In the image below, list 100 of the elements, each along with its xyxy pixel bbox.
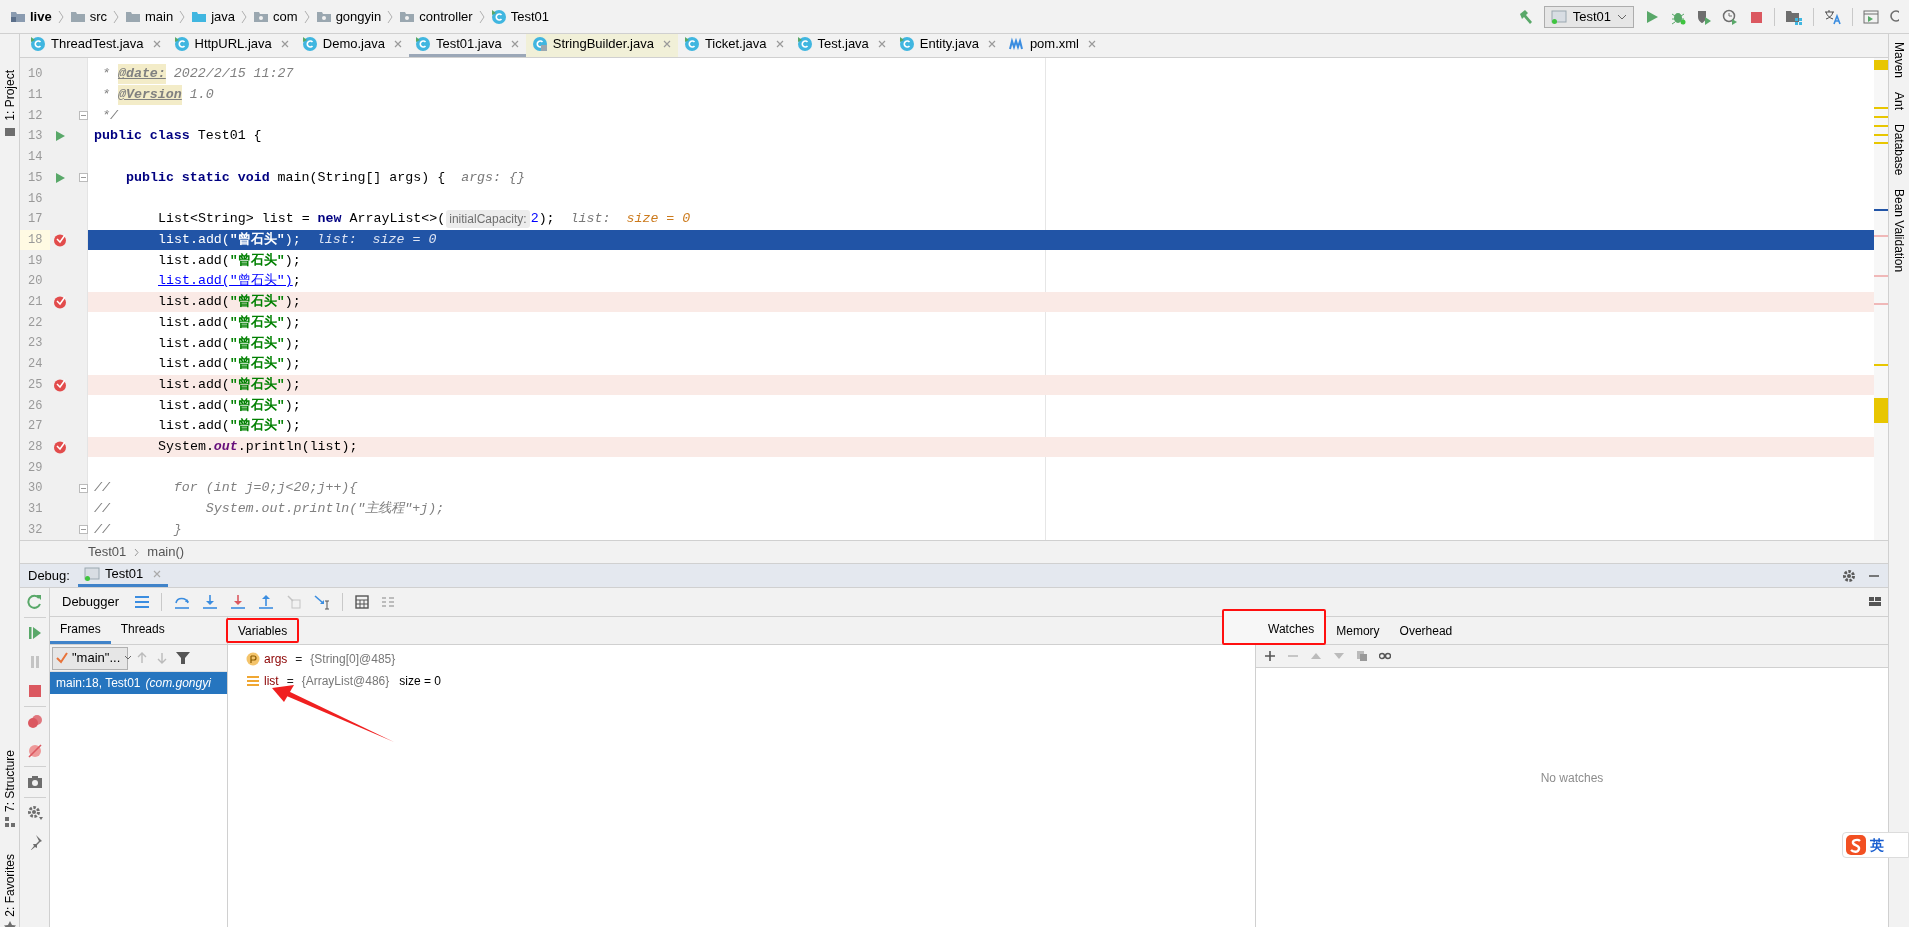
search-icon[interactable] xyxy=(1889,8,1899,25)
breakpoints-icon[interactable] xyxy=(26,714,43,730)
usage-marker[interactable] xyxy=(1874,107,1888,109)
tool-window-button[interactable]: Ant xyxy=(1890,92,1908,111)
copy-icon[interactable] xyxy=(1356,650,1368,662)
file-tab[interactable]: pom.xml xyxy=(1002,34,1103,57)
tool-window-button[interactable]: Maven xyxy=(1890,42,1908,79)
breakpoint-marker[interactable] xyxy=(1874,235,1888,237)
glasses-icon[interactable] xyxy=(1379,650,1391,662)
file-tab[interactable]: Ticket.java xyxy=(677,34,791,57)
breadcrumb-item[interactable]: controller xyxy=(397,6,475,27)
warning-marker[interactable] xyxy=(1874,398,1888,423)
breakpoint-icon[interactable] xyxy=(53,440,67,454)
variable-row[interactable]: args = {String[0]@485} xyxy=(246,648,1255,670)
usage-marker[interactable] xyxy=(1874,134,1888,136)
file-tab[interactable]: StringBuilder.java xyxy=(525,34,678,57)
step-into-icon[interactable] xyxy=(202,594,219,610)
breadcrumb-item[interactable]: main xyxy=(123,6,176,27)
layout-icon[interactable] xyxy=(1868,595,1882,609)
close-icon[interactable] xyxy=(279,39,290,49)
menu-icon[interactable] xyxy=(135,596,150,608)
run-icon[interactable] xyxy=(54,171,66,184)
file-tab[interactable]: Entity.java xyxy=(892,34,1003,57)
translate-icon[interactable] xyxy=(1824,8,1842,25)
warning-marker[interactable] xyxy=(1874,60,1888,70)
tool-window-button[interactable]: Bean Validation xyxy=(1890,189,1908,273)
breadcrumb-item[interactable]: com xyxy=(251,6,300,27)
breakpoint-icon[interactable] xyxy=(53,232,67,247)
mute-breakpoints-icon[interactable] xyxy=(26,743,43,759)
settings-icon[interactable] xyxy=(26,805,43,821)
force-step-into-icon[interactable] xyxy=(230,594,247,610)
breakpoint-marker[interactable] xyxy=(1874,275,1888,277)
resume-icon[interactable] xyxy=(26,625,43,641)
usage-marker[interactable] xyxy=(1874,364,1888,366)
calculator-icon[interactable] xyxy=(355,595,370,609)
breadcrumb-item[interactable]: Test01 xyxy=(88,542,127,562)
usage-marker[interactable] xyxy=(1874,125,1888,127)
breadcrumb-item[interactable]: Test01 xyxy=(488,6,551,27)
step-out-icon[interactable] xyxy=(258,594,275,610)
frame-row[interactable]: main:18, Test01 (com.gongyi xyxy=(50,672,227,694)
usage-marker[interactable] xyxy=(1874,142,1888,144)
drop-frame-icon[interactable] xyxy=(286,594,303,610)
file-tab[interactable]: ThreadTest.java xyxy=(24,34,168,57)
variable-row[interactable]: list = {ArrayList@486} size = 0 xyxy=(246,670,1255,692)
run-icon[interactable] xyxy=(1644,8,1660,25)
trace-icon[interactable] xyxy=(381,595,396,609)
fold-icon[interactable] xyxy=(78,483,88,493)
close-icon[interactable] xyxy=(392,39,403,49)
usage-marker[interactable] xyxy=(1874,116,1888,118)
tool-window-button[interactable]: 1: Project xyxy=(0,70,20,137)
breakpoint-marker[interactable] xyxy=(1874,303,1888,305)
breadcrumb-item[interactable]: src xyxy=(67,6,110,27)
close-icon[interactable] xyxy=(151,39,162,49)
close-icon[interactable] xyxy=(509,39,520,49)
camera-icon[interactable] xyxy=(26,774,43,790)
hammer-icon[interactable] xyxy=(1517,8,1534,25)
thread-dropdown[interactable]: "main"... xyxy=(52,646,128,670)
arrow-down-icon[interactable] xyxy=(156,652,168,664)
breakpoint-icon[interactable] xyxy=(53,377,67,392)
close-icon[interactable] xyxy=(774,39,785,49)
tool-window-button[interactable]: 2: Favorites xyxy=(0,854,20,927)
clock-run-icon[interactable] xyxy=(1722,8,1738,25)
tool-window-button[interactable]: 7: Structure xyxy=(0,750,20,829)
close-icon[interactable] xyxy=(876,39,887,49)
variables-tab[interactable]: Variables xyxy=(226,618,300,643)
current-line-marker[interactable] xyxy=(1874,209,1888,211)
panel-tab[interactable]: Memory xyxy=(1326,616,1390,645)
folder-grid-icon[interactable] xyxy=(1785,8,1803,25)
file-tab[interactable]: Test01.java xyxy=(408,34,526,57)
fold-icon[interactable] xyxy=(78,111,88,121)
breakpoint-icon[interactable] xyxy=(53,295,67,310)
stop-icon[interactable] xyxy=(26,683,43,699)
panel-tab[interactable]: Overhead xyxy=(1389,616,1463,645)
fold-icon[interactable] xyxy=(78,173,88,183)
breadcrumb-item[interactable]: main() xyxy=(147,542,185,562)
input-method-badge[interactable]: 英 xyxy=(1842,832,1909,858)
rerun-icon[interactable] xyxy=(26,594,43,610)
fold-icon[interactable] xyxy=(78,525,88,535)
run-config-dropdown[interactable]: Test01 xyxy=(1543,5,1634,28)
settings-icon[interactable] xyxy=(1842,568,1856,583)
shield-run-icon[interactable] xyxy=(1696,8,1712,25)
close-icon[interactable] xyxy=(1087,39,1097,49)
file-tab[interactable]: Test.java xyxy=(790,34,893,57)
panel-tab[interactable]: Watches xyxy=(1222,608,1327,645)
run-to-cursor-icon[interactable] xyxy=(314,594,331,610)
add-icon[interactable] xyxy=(1264,650,1276,662)
tool-window-button[interactable]: Database xyxy=(1890,124,1908,176)
arrow-up-icon[interactable] xyxy=(136,652,148,664)
close-icon[interactable] xyxy=(986,39,997,49)
panel-tab[interactable]: Threads xyxy=(110,617,175,644)
file-tab[interactable]: Demo.java xyxy=(295,34,409,57)
file-tab[interactable]: HttpURL.java xyxy=(167,34,296,57)
breadcrumb-item[interactable]: live xyxy=(8,6,54,27)
breadcrumb-item[interactable]: gongyin xyxy=(313,6,384,27)
breadcrumb-item[interactable]: java xyxy=(189,6,238,27)
close-icon[interactable] xyxy=(661,39,672,49)
filter-icon[interactable] xyxy=(176,652,190,664)
run-icon[interactable] xyxy=(54,130,66,143)
close-icon[interactable] xyxy=(152,569,163,579)
terminal-icon[interactable] xyxy=(1863,8,1879,25)
